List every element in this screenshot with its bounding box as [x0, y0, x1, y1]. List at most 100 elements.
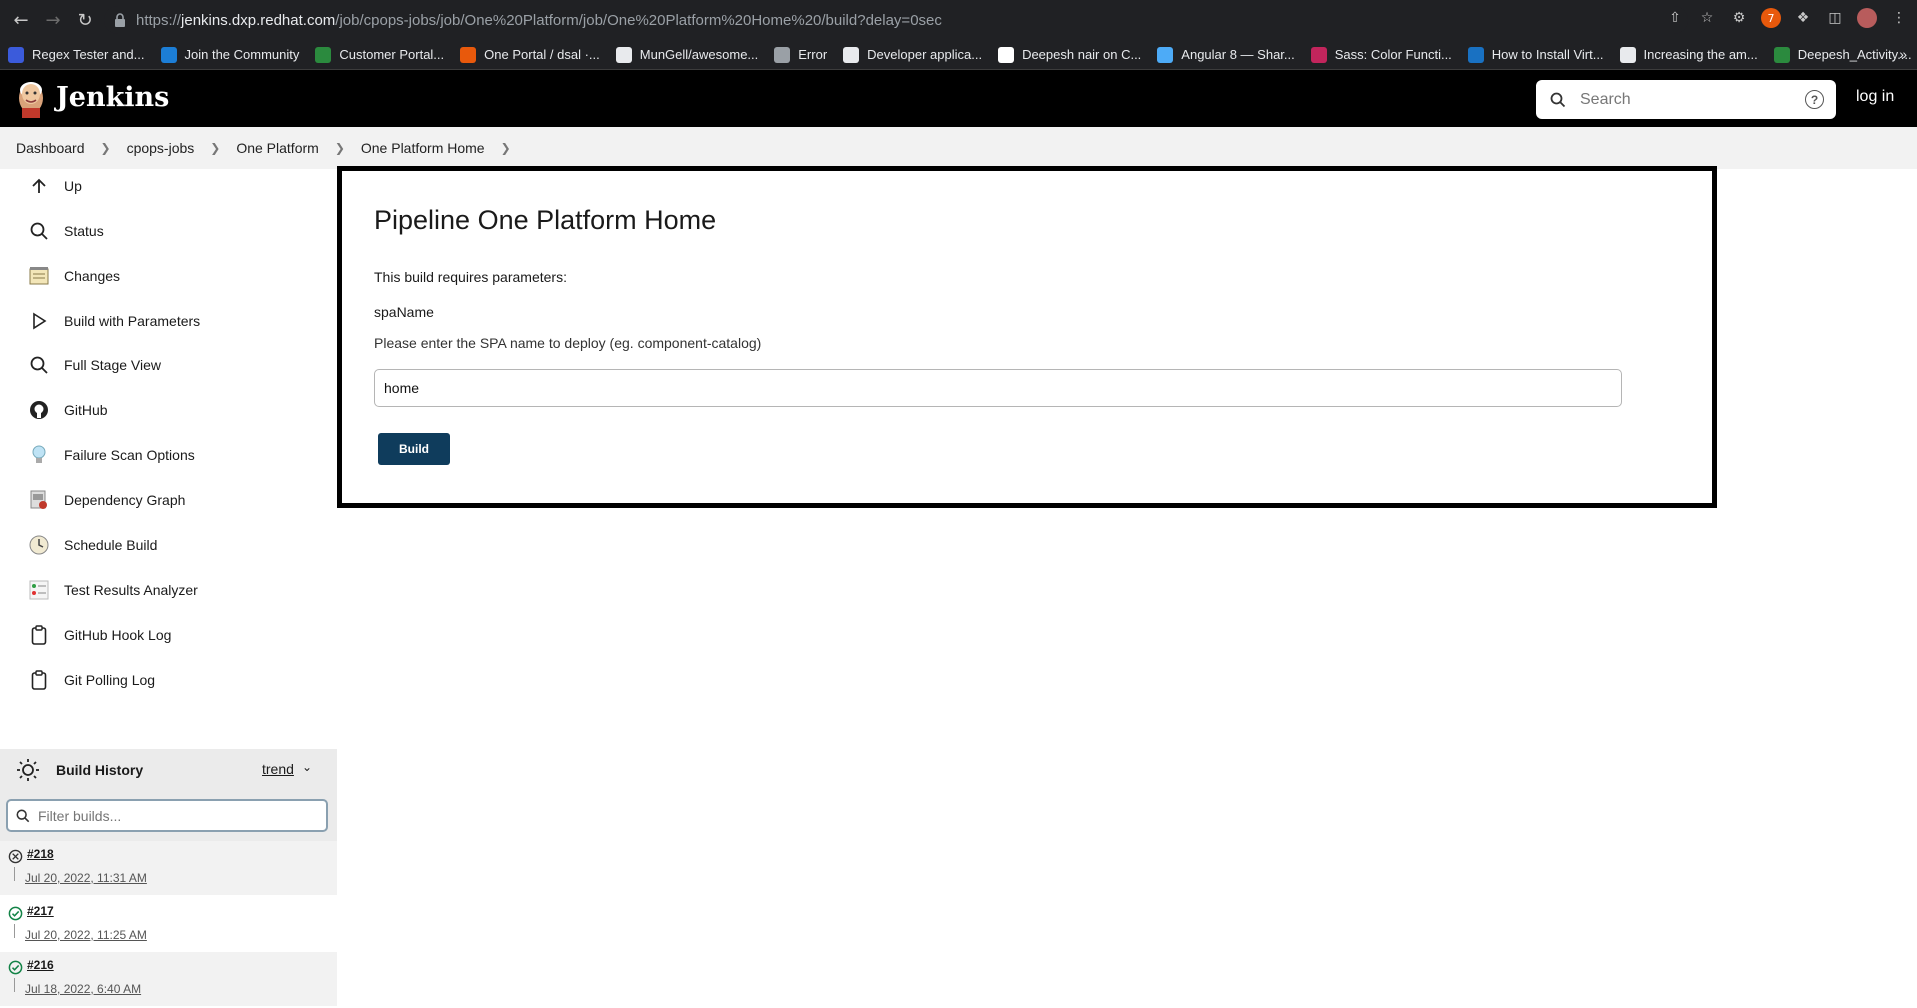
- help-icon[interactable]: ?: [1805, 90, 1824, 109]
- sidebar-item-dependency-graph[interactable]: Dependency Graph: [28, 489, 185, 511]
- login-link[interactable]: log in: [1856, 88, 1894, 106]
- star-icon[interactable]: ☆: [1697, 8, 1717, 28]
- bookmark-label: How to Install Virt...: [1491, 47, 1604, 62]
- bookmark-label: Regex Tester and...: [32, 47, 145, 62]
- clipboard-icon: [28, 624, 50, 646]
- back-arrow-icon[interactable]: ←: [8, 7, 34, 33]
- spaname-input[interactable]: [374, 369, 1622, 407]
- search-box[interactable]: ?: [1536, 80, 1836, 119]
- share-icon[interactable]: ⇧: [1665, 8, 1685, 28]
- sidebar-item-label: Status: [64, 223, 104, 239]
- chevron-right-icon: ❯: [210, 141, 221, 155]
- sidebar-item-status[interactable]: Status: [28, 220, 104, 242]
- forward-arrow-icon[interactable]: →: [40, 7, 66, 33]
- sidebar-item-failure-scan-options[interactable]: Failure Scan Options: [28, 444, 195, 466]
- breadcrumb-cpops-jobs[interactable]: cpops-jobs: [127, 140, 195, 156]
- play-icon: [28, 310, 50, 332]
- sidebar-item-schedule-build[interactable]: Schedule Build: [28, 534, 157, 556]
- bookmark-item[interactable]: Deepesh nair on C...: [998, 46, 1142, 63]
- trend-link[interactable]: trend: [262, 761, 294, 777]
- bookmark-item[interactable]: Increasing the am...: [1619, 46, 1758, 63]
- bookmark-favicon-icon: [160, 46, 177, 63]
- build-button[interactable]: Build: [378, 433, 450, 465]
- search-input[interactable]: [1580, 90, 1800, 109]
- build-row: #216 Jul 18, 2022, 6:40 AM: [0, 952, 337, 1006]
- address-bar[interactable]: https://jenkins.dxp.redhat.com/job/cpops…: [104, 6, 1688, 34]
- breadcrumb-one-platform[interactable]: One Platform: [236, 140, 318, 156]
- sidebar: Up Status Changes Build with Parameters …: [0, 169, 337, 1008]
- url-text: https://jenkins.dxp.redhat.com/job/cpops…: [136, 11, 942, 29]
- jenkins-title[interactable]: Jenkins: [56, 82, 169, 113]
- bookmark-favicon-icon: [843, 46, 860, 63]
- bookmark-item[interactable]: Deepesh_Activity....: [1773, 46, 1912, 63]
- bookmark-label: Deepesh nair on C...: [1022, 47, 1142, 62]
- extension-gear-icon[interactable]: ⚙: [1729, 8, 1749, 28]
- sidebar-item-git-polling-log[interactable]: Git Polling Log: [28, 669, 155, 691]
- reload-icon[interactable]: ↻: [72, 7, 98, 33]
- build-date-link[interactable]: Jul 20, 2022, 11:25 AM: [25, 928, 147, 942]
- sidebar-item-label: Schedule Build: [64, 537, 158, 553]
- menu-icon[interactable]: ⋮: [1889, 8, 1909, 28]
- sidebar-item-build-with-parameters[interactable]: Build with Parameters: [28, 310, 200, 332]
- sidebar-item-label: Failure Scan Options: [64, 447, 195, 463]
- build-filter-input[interactable]: [38, 807, 318, 824]
- search-icon: [16, 809, 30, 822]
- bookmark-item[interactable]: Regex Tester and...: [8, 46, 145, 63]
- bookmark-favicon-icon: [1619, 46, 1636, 63]
- bookmark-item[interactable]: Customer Portal...: [315, 46, 445, 63]
- bookmark-label: Error: [798, 47, 828, 62]
- breadcrumb-one-platform-home[interactable]: One Platform Home: [361, 140, 485, 156]
- bookmark-item[interactable]: Sass: Color Functi...: [1310, 46, 1452, 63]
- browser-toolbar: ← → ↻ https://jenkins.dxp.redhat.com/job…: [0, 0, 1917, 40]
- bookmark-label: Angular 8 — Shar...: [1181, 47, 1295, 62]
- gear-sun-icon: [17, 759, 39, 781]
- chevron-right-icon[interactable]: ❯: [501, 141, 511, 155]
- success-status-icon: [8, 906, 23, 921]
- bookmark-item[interactable]: Join the Community: [160, 46, 299, 63]
- chevron-right-icon: ❯: [334, 141, 345, 155]
- sidebar-item-github[interactable]: GitHub: [28, 399, 108, 421]
- puzzle-icon[interactable]: ❖: [1793, 8, 1813, 28]
- bookmark-label: Deepesh_Activity....: [1797, 47, 1912, 62]
- bookmark-favicon-icon: [774, 46, 791, 63]
- bookmark-favicon-icon: [8, 46, 24, 63]
- bookmark-item[interactable]: Developer applica...: [843, 46, 982, 63]
- sidebar-item-test-results-analyzer[interactable]: Test Results Analyzer: [28, 579, 198, 601]
- analyzer-icon: [28, 579, 50, 601]
- sidepanel-icon[interactable]: ◫: [1825, 8, 1845, 28]
- lightbulb-icon: [28, 444, 50, 466]
- bookmark-item[interactable]: One Portal / dsal ·...: [460, 46, 600, 63]
- extension-red-icon[interactable]: 7: [1761, 8, 1781, 28]
- bookmark-item[interactable]: Error: [774, 46, 828, 63]
- lock-icon: [115, 13, 125, 27]
- bookmark-label: Customer Portal...: [339, 47, 445, 62]
- bookmarks-more-icon[interactable]: »: [1899, 46, 1907, 62]
- build-number-link[interactable]: #216: [27, 958, 54, 972]
- build-number-link[interactable]: #218: [27, 847, 54, 861]
- jenkins-header: Jenkins ? log in: [0, 70, 1917, 127]
- bookmark-item[interactable]: Angular 8 — Shar...: [1157, 46, 1295, 63]
- search-icon: [1550, 92, 1566, 107]
- sidebar-item-label: Build with Parameters: [64, 313, 201, 329]
- bookmarks-bar: Regex Tester and... Join the Community Cus…: [0, 40, 1917, 70]
- bookmark-favicon-icon: [1310, 46, 1327, 63]
- bookmark-item[interactable]: How to Install Virt...: [1467, 46, 1604, 63]
- breadcrumb-dashboard[interactable]: Dashboard: [16, 140, 85, 156]
- sidebar-item-full-stage-view[interactable]: Full Stage View: [28, 354, 161, 376]
- sidebar-item-github-hook-log[interactable]: GitHub Hook Log: [28, 624, 171, 646]
- bookmark-item[interactable]: MunGell/awesome...: [615, 46, 758, 63]
- build-number-link[interactable]: #217: [27, 904, 54, 918]
- bookmark-favicon-icon: [1467, 46, 1484, 63]
- profile-avatar-icon[interactable]: [1857, 8, 1877, 28]
- chevron-down-icon[interactable]: ⌄: [302, 760, 312, 774]
- sidebar-item-changes[interactable]: Changes: [28, 265, 120, 287]
- bookmark-favicon-icon: [615, 46, 632, 63]
- build-date-link[interactable]: Jul 18, 2022, 6:40 AM: [25, 982, 141, 996]
- build-parameters-panel: Pipeline One Platform Home This build re…: [337, 166, 1717, 508]
- sidebar-item-up[interactable]: Up: [28, 175, 82, 197]
- build-filter-box[interactable]: [6, 799, 328, 832]
- clock-icon: [28, 534, 50, 556]
- bookmark-label: Sass: Color Functi...: [1334, 47, 1452, 62]
- build-date-link[interactable]: Jul 20, 2022, 11:31 AM: [25, 871, 147, 885]
- jenkins-logo-icon[interactable]: [14, 78, 48, 118]
